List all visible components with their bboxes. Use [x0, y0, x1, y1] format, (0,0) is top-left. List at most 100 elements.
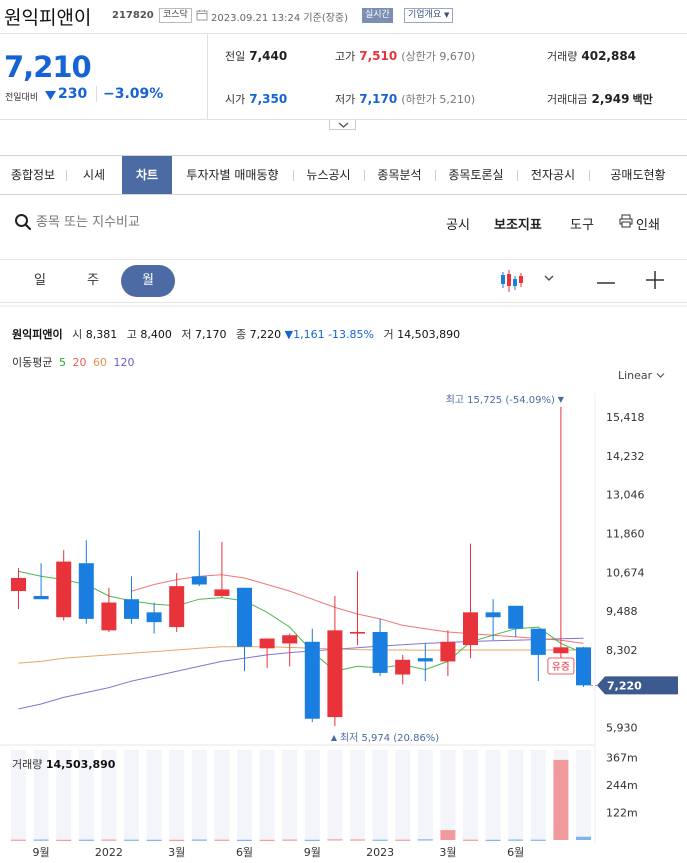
volume-bg	[169, 750, 185, 840]
x-tick-label: 9월	[33, 846, 50, 859]
candle[interactable]	[417, 658, 433, 662]
candle[interactable]	[282, 635, 298, 644]
min-marker: ▲	[331, 733, 338, 742]
y-tick-label: 11,860	[606, 527, 645, 540]
y-tick-label: 14,232	[606, 450, 645, 463]
volume-bg	[237, 750, 252, 840]
volume-bg	[282, 750, 298, 840]
volume-bg	[124, 750, 139, 840]
candle[interactable]	[508, 605, 524, 629]
volume-bg	[214, 750, 230, 840]
candle[interactable]	[214, 589, 230, 596]
volume-bg	[327, 750, 343, 840]
volume-bar[interactable]	[508, 839, 524, 841]
candle[interactable]	[101, 602, 117, 631]
volume-bar[interactable]	[146, 839, 162, 841]
candle[interactable]	[463, 612, 478, 646]
y-tick-label: 9,488	[606, 605, 638, 618]
volume-bar[interactable]	[33, 839, 49, 841]
volume-bg	[259, 750, 275, 840]
min-price-annotation: 최저 5,974 (20.86%)	[340, 732, 439, 744]
volume-bar[interactable]	[169, 839, 185, 841]
volume-bg	[395, 750, 411, 840]
volume-bar[interactable]	[417, 839, 433, 841]
candle[interactable]	[124, 599, 139, 619]
y-tick-label: 8,302	[606, 644, 638, 657]
candle[interactable]	[11, 577, 26, 592]
volume-bar[interactable]	[124, 839, 139, 841]
candle[interactable]	[78, 563, 94, 619]
x-tick-label: 3월	[168, 846, 185, 859]
volume-bar[interactable]	[11, 839, 26, 841]
candle[interactable]	[191, 576, 207, 585]
volume-bar[interactable]	[304, 839, 320, 841]
volume-bar[interactable]	[440, 830, 456, 840]
volume-legend: 거래량 14,503,890	[12, 756, 115, 772]
volume-bg	[146, 750, 162, 840]
volume-bar[interactable]	[553, 759, 569, 840]
ma60-line	[18, 646, 584, 664]
volume-bar[interactable]	[214, 839, 230, 841]
candle[interactable]	[169, 586, 185, 628]
volume-bg	[191, 750, 207, 840]
volume-bar[interactable]	[237, 839, 252, 841]
candle[interactable]	[33, 595, 49, 600]
rights-issue-label: 유증	[552, 661, 570, 673]
volume-bg	[576, 750, 591, 840]
volume-bar[interactable]	[282, 839, 298, 841]
y-tick-label: 13,046	[606, 489, 645, 502]
volume-bg	[485, 750, 501, 840]
volume-bar[interactable]	[372, 839, 388, 841]
candle[interactable]	[576, 647, 591, 686]
x-tick-label: 2023	[366, 846, 394, 859]
volume-bar[interactable]	[191, 839, 207, 841]
volume-bar[interactable]	[350, 839, 365, 841]
candle[interactable]	[237, 587, 252, 647]
volume-bg	[372, 750, 388, 840]
candle[interactable]	[372, 631, 388, 673]
x-tick-label: 3월	[439, 846, 456, 859]
candle[interactable]	[56, 561, 72, 618]
candle[interactable]	[485, 612, 501, 618]
y-tick-label: 10,674	[606, 566, 645, 579]
volume-bar[interactable]	[78, 839, 94, 841]
volume-bg	[417, 750, 433, 840]
volume-bar[interactable]	[101, 839, 117, 841]
volume-bar[interactable]	[530, 839, 546, 841]
volume-bar[interactable]	[327, 839, 343, 841]
candle[interactable]	[146, 612, 162, 623]
candle[interactable]	[259, 638, 275, 649]
volume-bar[interactable]	[485, 839, 501, 841]
max-marker: ▼	[558, 395, 565, 404]
ma120-line	[18, 637, 584, 710]
volume-bg	[530, 750, 546, 840]
price-chart[interactable]: 15,418 14,232 13,046 11,860 10,674 9,488 8,302…	[0, 0, 687, 863]
volume-title: 거래량	[12, 758, 43, 771]
volume-bg	[440, 750, 456, 840]
volume-bar[interactable]	[395, 839, 411, 841]
volume-bar[interactable]	[259, 839, 275, 841]
candle[interactable]	[440, 641, 456, 662]
volume-bar[interactable]	[576, 836, 591, 840]
candle[interactable]	[395, 659, 411, 675]
x-tick-label: 6월	[507, 846, 524, 859]
volume-bar[interactable]	[463, 839, 478, 841]
x-tick-label: 6월	[236, 846, 253, 859]
volume-bg	[350, 750, 365, 840]
y-tick-label: 15,418	[606, 411, 645, 424]
candle[interactable]	[350, 631, 365, 634]
candle[interactable]	[304, 641, 320, 719]
volume-total: 14,503,890	[45, 758, 116, 771]
volume-tick-label: 367m	[606, 751, 638, 764]
candle[interactable]	[327, 630, 343, 718]
volume-tick-label: 122m	[606, 807, 638, 820]
current-price-label: 7,220	[607, 679, 642, 692]
volume-bg	[304, 750, 320, 840]
volume-bar[interactable]	[56, 839, 72, 841]
candle[interactable]	[530, 628, 546, 655]
volume-tick-label: 244m	[606, 779, 638, 792]
max-price-annotation: 최고 15,725 (-54.09%)	[446, 394, 555, 406]
candle[interactable]	[553, 647, 569, 654]
y-tick-label: 5,930	[606, 722, 638, 735]
x-tick-label: 9월	[304, 846, 321, 859]
